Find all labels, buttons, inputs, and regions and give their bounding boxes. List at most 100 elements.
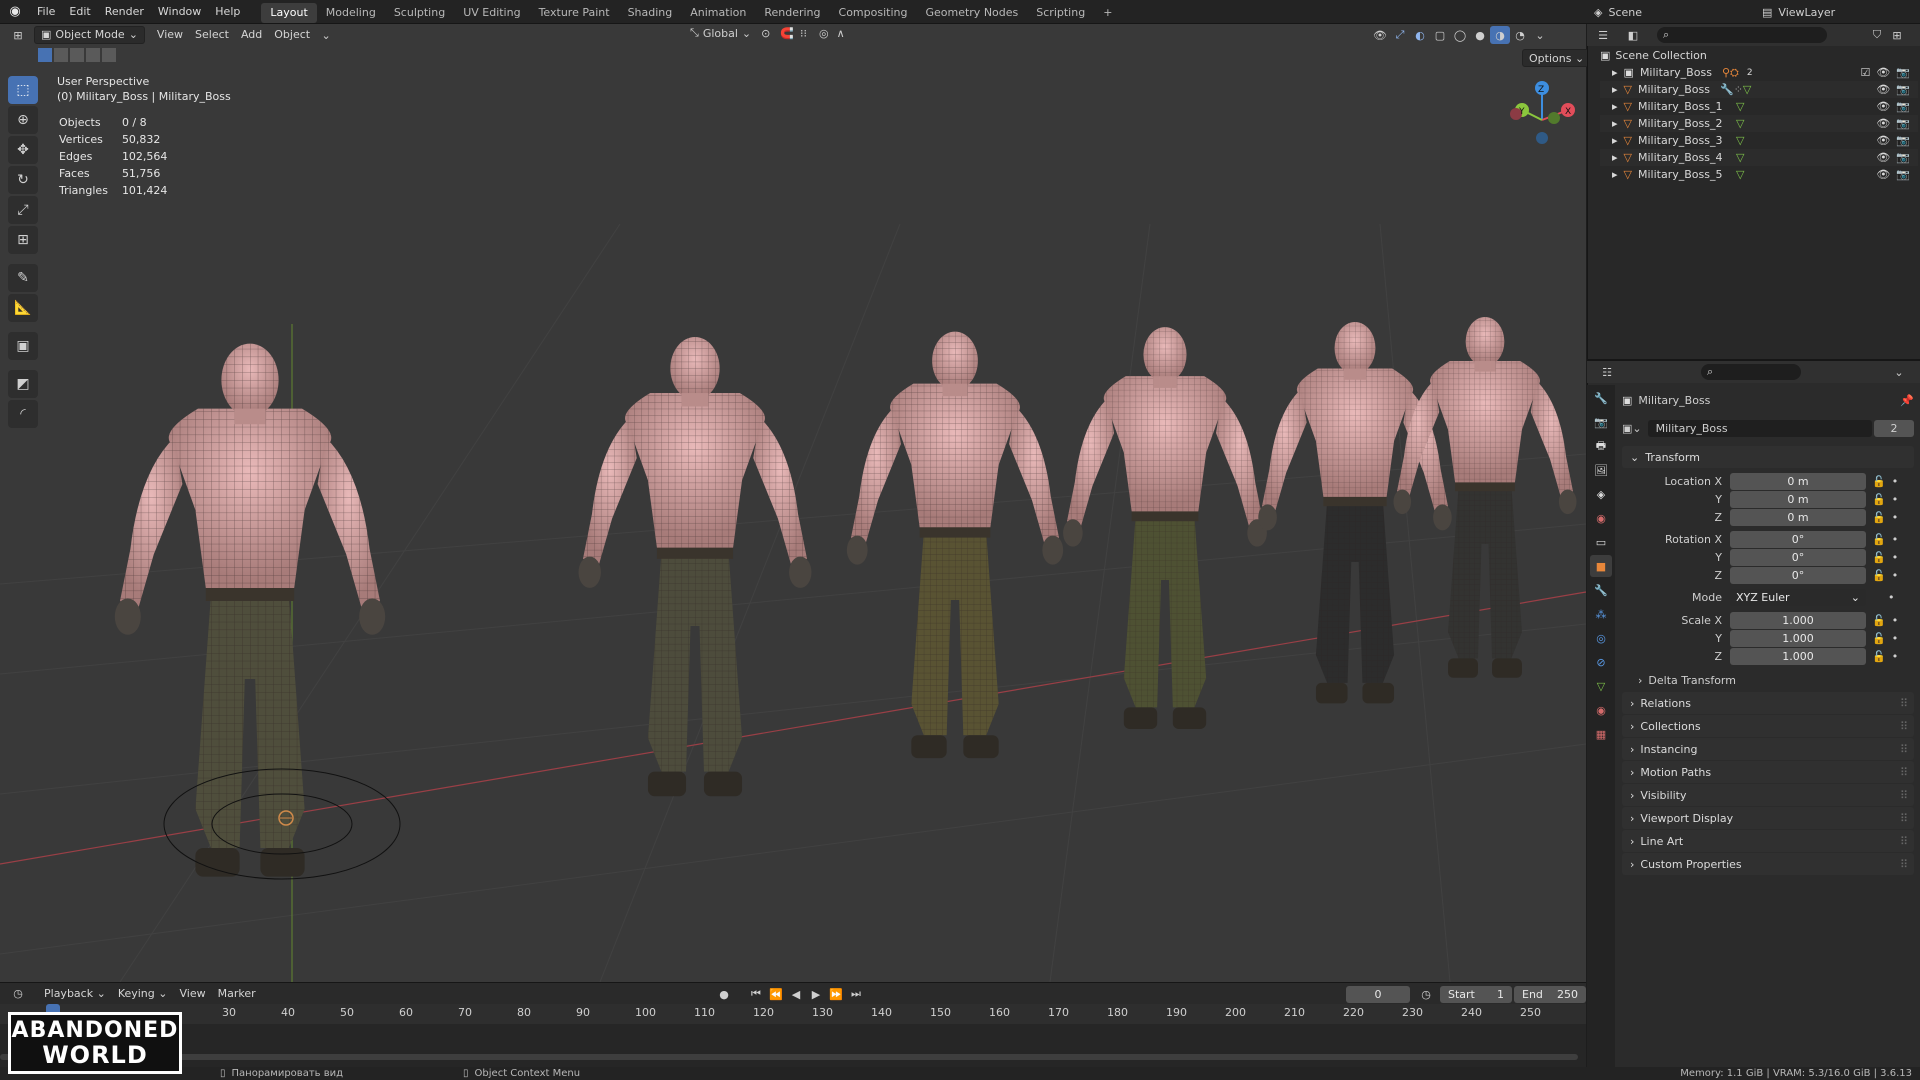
viewport-menu-add[interactable]: Add [235,26,268,44]
camera-icon[interactable]: 📷 [1896,117,1910,130]
chevron-down-icon[interactable]: ⌄ [1889,363,1909,381]
keyframe-dot-icon[interactable]: • [1888,591,1895,604]
tab-sculpting[interactable]: Sculpting [385,3,454,23]
outliner-item[interactable]: ▸ ▽ Military_Boss_5 ▽ 👁 📷 [1600,166,1918,183]
scale-x-field[interactable]: 1.000 [1730,612,1866,629]
display-mode-icon[interactable]: ◧ [1623,26,1643,44]
select-new-icon[interactable] [38,48,52,62]
outliner-editor-icon[interactable]: ☰ [1593,26,1613,44]
jump-start-icon[interactable]: ⏮ [746,985,766,1003]
eye-icon[interactable]: 👁 [1876,134,1890,147]
drag-handle-icon[interactable]: ⠿ [1900,858,1908,871]
timeline-ruler[interactable]: 30 40 50 60 70 80 90 100 110 120 130 140 150 160 170 18… [0,1004,1586,1024]
snap-dropdown-icon[interactable]: ⌄ [316,26,336,44]
physics-tab-icon[interactable]: ◎ [1590,627,1612,649]
rendered-shading-icon[interactable]: ◔ [1510,26,1530,44]
exclude-checkbox[interactable]: ☑ [1860,66,1870,79]
expand-arrow-icon[interactable]: ▸ [1612,117,1618,130]
pivot-icon[interactable]: ⊙ [761,27,770,40]
scene-collection-row[interactable]: ▣ Scene Collection [1600,47,1918,64]
delta-transform-header[interactable]: › Delta Transform [1638,670,1918,690]
panel-custom-properties[interactable]: › Custom Properties ⠿ [1622,853,1914,875]
eye-icon[interactable]: 👁 [1876,83,1890,96]
menu-edit[interactable]: Edit [62,0,97,24]
3d-viewport[interactable]: Z X Y [0,24,1586,982]
output-tab-icon[interactable]: 🖶 [1590,435,1612,457]
keyframe-dot-icon[interactable]: • [1892,511,1899,524]
outliner-item[interactable]: ▸ ▣ Military_Boss ⚲ ⛭ 2 ☑ 👁 📷 [1600,64,1918,81]
expand-arrow-icon[interactable]: ▸ [1612,151,1618,164]
end-frame-field[interactable]: End 250 [1514,985,1586,1003]
outliner-search-input[interactable]: ⌕ [1657,27,1827,43]
play-icon[interactable]: ▶ [806,985,826,1003]
options-dropdown[interactable]: Options ⌄ [1522,49,1592,67]
annotate-tool-icon[interactable]: ✎ [8,264,38,292]
keyframe-dot-icon[interactable]: • [1892,614,1899,627]
rotation-x-field[interactable]: 0° [1730,531,1866,548]
timeline-menu-playback[interactable]: Playback ⌄ [38,985,112,1003]
drag-handle-icon[interactable]: ⠿ [1900,697,1908,710]
timeline-menu-keying[interactable]: Keying ⌄ [112,985,174,1003]
camera-icon[interactable]: 📷 [1896,83,1910,96]
expand-arrow-icon[interactable]: ▸ [1612,83,1618,96]
outliner-item[interactable]: ▸ ▽ Military_Boss_1 ▽ 👁 📷 [1600,98,1918,115]
lock-icon[interactable]: 🔓 [1872,533,1886,546]
scene-selector[interactable]: ◈ Scene [1588,0,1642,24]
lock-icon[interactable]: 🔓 [1872,569,1886,582]
tab-geometry-nodes[interactable]: Geometry Nodes [916,3,1027,23]
filter-icon[interactable]: ⛉ [1867,26,1887,44]
select-invert-icon[interactable] [86,48,100,62]
menu-help[interactable]: Help [208,0,247,24]
timeline-menu-view[interactable]: View [173,985,211,1003]
object-name[interactable]: Military_Boss [1638,394,1710,407]
rotation-z-field[interactable]: 0° [1730,567,1866,584]
tab-rendering[interactable]: Rendering [755,3,829,23]
tab-scripting[interactable]: Scripting [1027,3,1094,23]
lock-icon[interactable]: 🔓 [1872,650,1886,663]
keyframe-dot-icon[interactable]: • [1892,533,1899,546]
camera-icon[interactable]: 📷 [1896,66,1910,79]
keyframe-dot-icon[interactable]: • [1892,632,1899,645]
outliner-item[interactable]: ▸ ▽ Military_Boss_3 ▽ 👁 📷 [1600,132,1918,149]
panel-relations[interactable]: › Relations ⠿ [1622,692,1914,714]
scale-tool-icon[interactable]: ⤢ [8,196,38,224]
character-model[interactable] [114,343,386,877]
outliner-item[interactable]: ▸ ▽ Military_Boss_4 ▽ 👁 📷 [1600,149,1918,166]
particles-tab-icon[interactable]: ⁂ [1590,603,1612,625]
keyframe-dot-icon[interactable]: • [1892,475,1899,488]
drag-handle-icon[interactable]: ⠿ [1900,812,1908,825]
properties-search-input[interactable]: ⌕ [1701,364,1801,380]
material-shading-icon[interactable]: ◑ [1490,26,1510,44]
menu-window[interactable]: Window [151,0,208,24]
collection-tab-icon[interactable]: ▭ [1590,531,1612,553]
tab-layout[interactable]: Layout [261,2,317,23]
eye-icon[interactable]: 👁 [1876,151,1890,164]
visibility-icon[interactable]: 👁 [1370,26,1390,44]
solid-shading-icon[interactable]: ● [1470,26,1490,44]
keyframe-dot-icon[interactable]: • [1892,650,1899,663]
properties-editor-icon[interactable]: ☷ [1597,363,1617,381]
auto-keying-icon[interactable]: ● [714,985,734,1003]
xray-icon[interactable]: ▢ [1430,26,1450,44]
bend-tool-icon[interactable]: ◜ [8,400,38,428]
tool-tab-icon[interactable]: 🔧 [1590,387,1612,409]
scale-z-field[interactable]: 1.000 [1730,648,1866,665]
jump-keyframe-back-icon[interactable]: ⏪ [766,985,786,1003]
proportional-edit-icon[interactable]: ◎ [819,27,829,40]
select-subtract-icon[interactable] [70,48,84,62]
constraints-tab-icon[interactable]: ⊘ [1590,651,1612,673]
expand-arrow-icon[interactable]: ▸ [1612,66,1618,79]
transform-panel-header[interactable]: ⌄ Transform [1622,446,1914,468]
drag-handle-icon[interactable]: ⠿ [1900,835,1908,848]
lock-icon[interactable]: 🔓 [1872,475,1886,488]
snap-icon[interactable]: 🧲 [780,27,794,40]
tab-compositing[interactable]: Compositing [830,3,917,23]
eye-icon[interactable]: 👁 [1876,117,1890,130]
drag-handle-icon[interactable]: ⠿ [1900,789,1908,802]
eye-icon[interactable]: 👁 [1876,66,1890,79]
drag-handle-icon[interactable]: ⠿ [1900,766,1908,779]
object-tab-icon[interactable]: ■ [1590,555,1612,577]
tab-modeling[interactable]: Modeling [317,3,385,23]
rotation-mode-dropdown[interactable]: XYZ Euler ⌄ [1730,589,1866,606]
lock-icon[interactable]: 🔓 [1872,614,1886,627]
